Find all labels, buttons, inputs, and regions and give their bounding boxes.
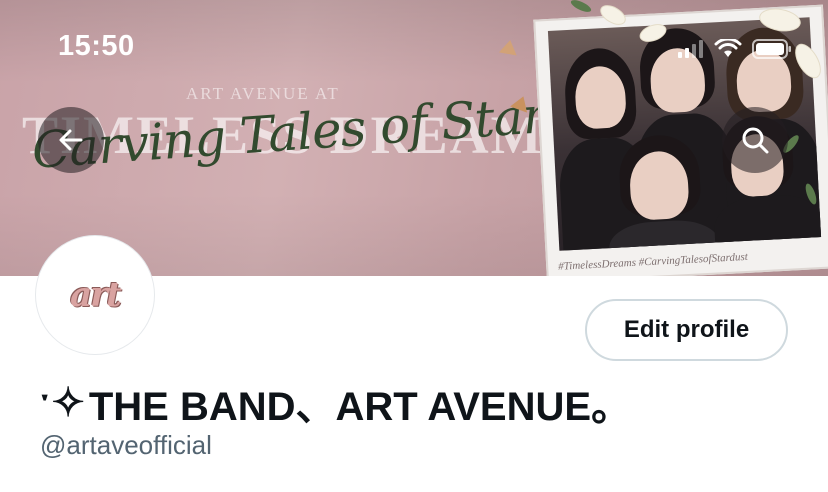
butterfly-decoration xyxy=(498,38,520,56)
avatar-logo: art xyxy=(70,275,122,315)
battery-icon xyxy=(752,39,791,59)
display-name-prefix: ˑ✧ xyxy=(38,381,85,425)
display-name-text: THE BAND、ART AVENUE。 xyxy=(88,385,632,429)
profile-banner[interactable]: ART AVENUE AT TIMELESS DREAMS Carving Ta… xyxy=(0,0,828,276)
wifi-icon xyxy=(714,39,742,57)
arrow-left-icon xyxy=(59,129,83,151)
search-button[interactable] xyxy=(722,107,788,173)
profile-handle: @artaveofficial xyxy=(40,430,212,460)
edit-profile-button[interactable]: Edit profile xyxy=(585,299,788,361)
display-name: ˑ✧ THE BAND、ART AVENUE。 xyxy=(38,374,631,432)
search-icon xyxy=(742,127,769,154)
cellular-signal-icon xyxy=(678,40,703,58)
back-button[interactable] xyxy=(38,107,104,173)
profile-avatar[interactable]: art xyxy=(36,236,154,354)
banner-hashtags: #TimelessDreams #CarvingTalesofStardust xyxy=(557,250,749,273)
status-time: 15:50 xyxy=(58,30,135,62)
status-icons xyxy=(678,38,792,60)
